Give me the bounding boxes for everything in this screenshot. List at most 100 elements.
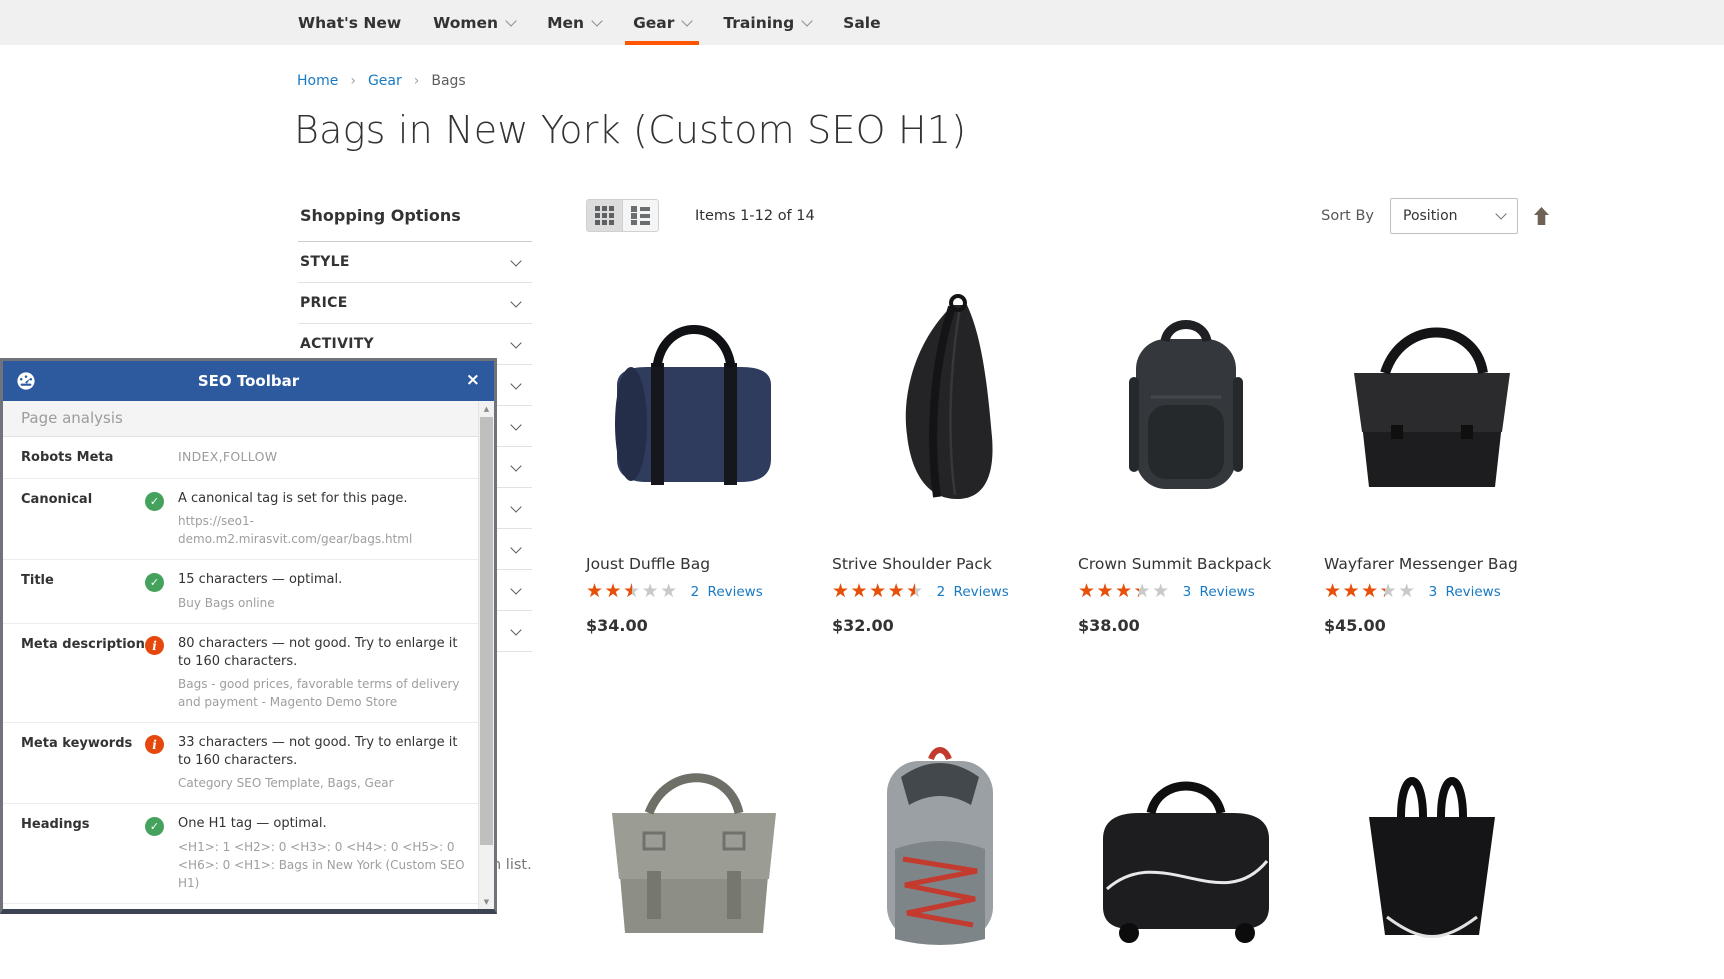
product-image-link[interactable] — [586, 287, 801, 545]
product-name-link[interactable]: Wayfarer Messenger Bag — [1324, 555, 1539, 573]
breadcrumb-link-home[interactable]: Home — [297, 73, 338, 89]
product-card — [832, 721, 1047, 979]
star-rating: ★★★★★ ★★★★★ — [1078, 582, 1171, 601]
product-image-link[interactable] — [832, 287, 1047, 545]
reviews-link[interactable]: 3 Reviews — [1429, 584, 1501, 600]
product-image-backpack-black — [1081, 287, 1291, 545]
chevron-down-icon — [510, 419, 521, 430]
filter-price[interactable]: PRICE — [298, 283, 532, 324]
product-card: Wayfarer Messenger Bag ★★★★★ ★★★★★ 3 Rev… — [1324, 287, 1539, 635]
product-image-backpack-gray-red — [835, 721, 1045, 979]
product-rating: ★★★★★ ★★★★★ 2 Reviews — [586, 582, 801, 601]
reviews-link[interactable]: 2 Reviews — [937, 584, 1009, 600]
product-image-link[interactable] — [1078, 721, 1293, 979]
chevron-down-icon — [591, 15, 602, 26]
product-card: Joust Duffle Bag ★★★★★ ★★★★★ 2 Reviews $… — [586, 287, 801, 635]
sort-by-value: Position — [1403, 208, 1497, 224]
seo-row-subtext: Bags - good prices, favorable terms of d… — [178, 675, 468, 711]
product-image-link[interactable] — [1324, 721, 1539, 979]
chevron-down-icon — [505, 15, 516, 26]
seo-row-subtext: Buy Bags online — [178, 594, 468, 612]
product-rating: ★★★★★ ★★★★★ 3 Reviews — [1324, 582, 1539, 601]
warning-info-icon: i — [145, 636, 164, 655]
sort-by-label: Sort By — [1321, 208, 1374, 224]
seo-toolbar-header: SEO Toolbar × — [3, 361, 494, 401]
reviews-link[interactable]: 3 Reviews — [1183, 584, 1255, 600]
product-card — [1324, 721, 1539, 979]
product-image-link[interactable] — [1078, 287, 1293, 545]
seo-row-text: 15 characters — optimal. — [178, 572, 342, 587]
nav-item-sale[interactable]: Sale — [827, 0, 896, 45]
product-image-duffle-black-wheeled — [1081, 721, 1291, 979]
sort-direction-button[interactable] — [1533, 206, 1550, 226]
seo-toolbar-body: Page analysis Robots MetaINDEX,FOLLOWCan… — [3, 401, 494, 909]
chevron-down-icon — [510, 337, 521, 348]
nav-item-men[interactable]: Men — [531, 0, 617, 45]
breadcrumb-link-gear[interactable]: Gear — [368, 73, 402, 89]
list-view-icon — [631, 206, 650, 225]
seo-row-subtext: <H1>: 1 <H2>: 0 <H3>: 0 <H4>: 0 <H5>: 0 … — [178, 838, 468, 892]
chevron-down-icon — [510, 460, 521, 471]
product-name-link[interactable]: Strive Shoulder Pack — [832, 555, 1047, 573]
nav-item-women[interactable]: Women — [417, 0, 531, 45]
scroll-down-icon[interactable]: ▼ — [479, 894, 494, 909]
panel-scrollbar[interactable]: ▲ ▼ — [478, 401, 494, 909]
breadcrumb-current-bags: Bags — [431, 73, 465, 89]
scrollbar-thumb[interactable] — [480, 417, 493, 845]
scroll-up-icon[interactable]: ▲ — [479, 401, 494, 416]
chevron-down-icon — [1495, 208, 1506, 219]
nav-item-label: Gear — [633, 14, 674, 32]
seo-row-canonical: Canonical✓A canonical tag is set for thi… — [3, 479, 478, 560]
breadcrumb-separator-icon: › — [414, 73, 420, 89]
nav-item-label: Sale — [843, 14, 880, 32]
star-rating: ★★★★★ ★★★★★ — [832, 582, 925, 601]
sort-by-select[interactable]: Position — [1390, 198, 1518, 234]
product-image-messenger-gray — [589, 721, 799, 979]
seo-row-rich-snippets: Rich snippetsValidate — [3, 904, 478, 910]
seo-row-value: INDEX,FOLLOW — [178, 449, 277, 464]
product-image-link[interactable] — [832, 721, 1047, 979]
product-price: $38.00 — [1078, 616, 1293, 635]
filter-label: PRICE — [300, 295, 348, 311]
chevron-down-icon — [510, 296, 521, 307]
grid-view-icon — [595, 206, 614, 225]
product-card — [1078, 721, 1293, 979]
seo-row-label: Meta keywords — [21, 734, 145, 792]
filter-style[interactable]: STYLE — [298, 242, 532, 283]
nav-item-label: Men — [547, 14, 584, 32]
product-image-link[interactable] — [586, 721, 801, 979]
close-icon[interactable]: × — [466, 369, 480, 391]
chevron-down-icon — [510, 378, 521, 389]
seo-row-label: Canonical — [21, 490, 145, 548]
seo-row-text: One H1 tag — optimal. — [178, 816, 327, 831]
grid-view-button[interactable] — [586, 199, 623, 232]
product-image-link[interactable] — [1324, 287, 1539, 545]
seo-row-text: 80 characters — not good. Try to enlarge… — [178, 636, 457, 669]
product-price: $32.00 — [832, 616, 1047, 635]
product-price: $45.00 — [1324, 616, 1539, 635]
chevron-down-icon — [510, 624, 521, 635]
nav-item-gear[interactable]: Gear — [617, 0, 707, 45]
product-name-link[interactable]: Crown Summit Backpack — [1078, 555, 1293, 573]
chevron-down-icon — [510, 542, 521, 553]
seo-row-label: Headings — [21, 815, 145, 891]
reviews-link[interactable]: 2 Reviews — [691, 584, 763, 600]
products-toolbar: Items 1-12 of 14 Sort By Position — [586, 197, 1550, 234]
speedometer-icon — [16, 371, 36, 395]
nav-item-label: What's New — [298, 14, 401, 32]
seo-row-text: 33 characters — not good. Try to enlarge… — [178, 735, 457, 768]
product-name-link[interactable]: Joust Duffle Bag — [586, 555, 801, 573]
nav-item-training[interactable]: Training — [707, 0, 827, 45]
list-view-button[interactable] — [622, 199, 659, 232]
seo-row-robots-meta: Robots MetaINDEX,FOLLOW — [3, 437, 478, 479]
seo-row-label: Meta description — [21, 635, 145, 711]
nav-item-what-s-new[interactable]: What's New — [282, 0, 417, 45]
product-image-messenger-black — [1327, 287, 1537, 545]
seo-toolbar-title: SEO Toolbar — [3, 372, 494, 390]
product-card: Crown Summit Backpack ★★★★★ ★★★★★ 3 Revi… — [1078, 287, 1293, 635]
seo-row-title: Title✓15 characters — optimal.Buy Bags o… — [3, 560, 478, 623]
items-count: Items 1-12 of 14 — [695, 208, 815, 224]
product-image-duffle-navy — [589, 287, 799, 545]
seo-row-label: Title — [21, 571, 145, 611]
star-rating: ★★★★★ ★★★★★ — [586, 582, 679, 601]
